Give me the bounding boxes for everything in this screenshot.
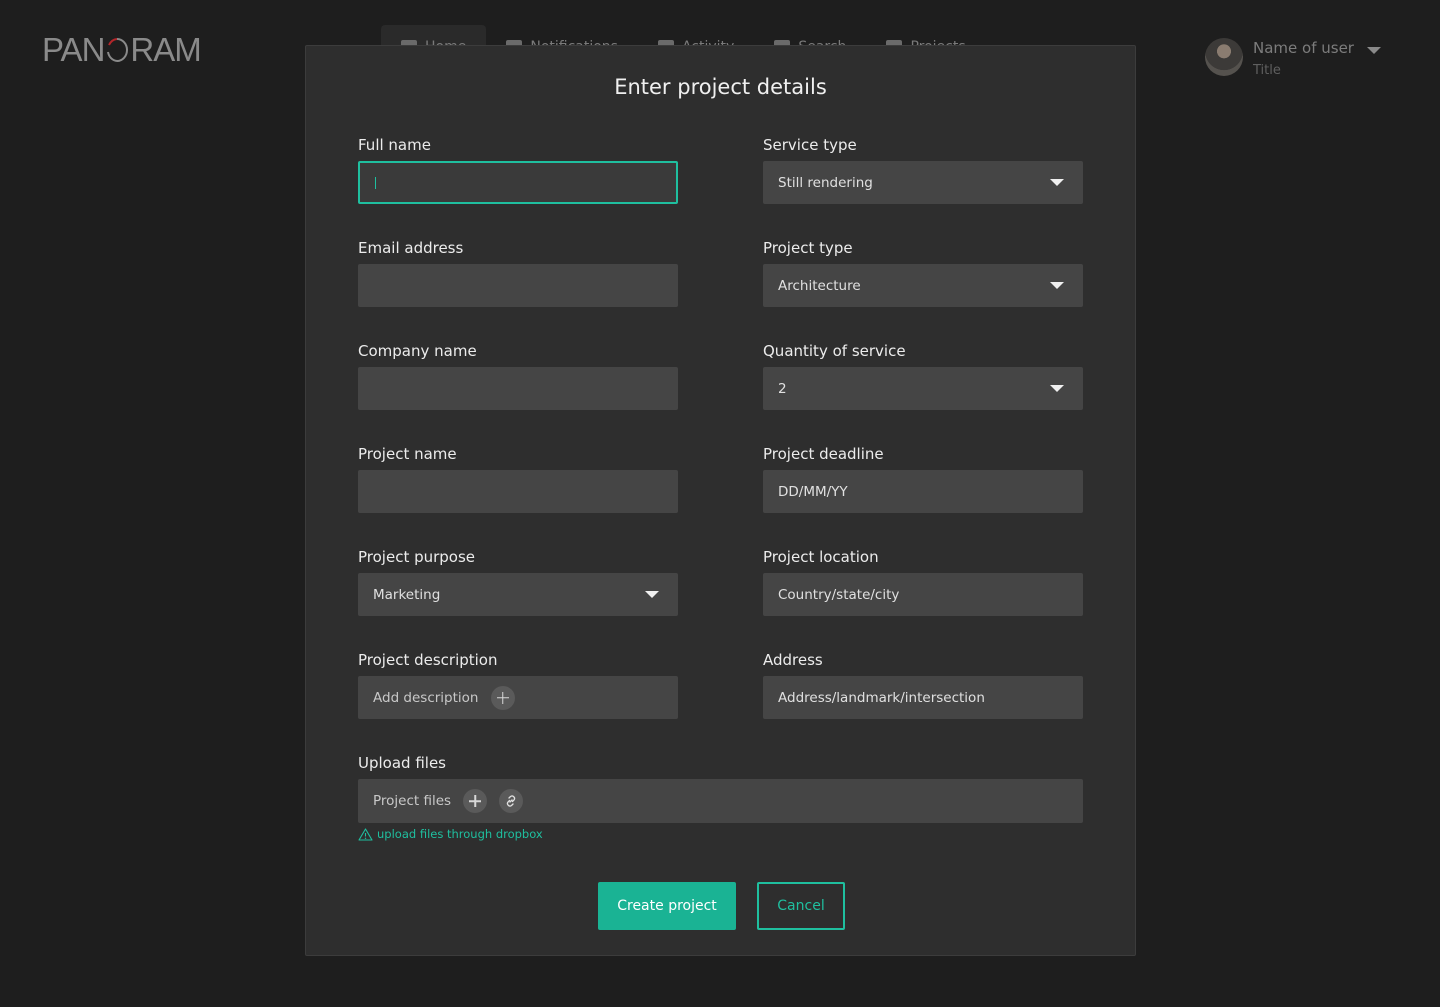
project-name-input[interactable]	[358, 470, 678, 513]
company-input[interactable]	[358, 367, 678, 410]
quantity-label: Quantity of service	[763, 342, 906, 360]
deadline-field: Project deadline DD/MM/YY	[763, 444, 1083, 513]
quantity-field: Quantity of service 2	[763, 341, 1083, 410]
upload-files-dropzone[interactable]: Project files	[358, 779, 1083, 823]
upload-files-field: Upload files Project files	[358, 753, 1083, 823]
project-purpose-value: Marketing	[373, 586, 441, 603]
full-name-label: Full name	[358, 136, 431, 154]
chevron-down-icon	[1050, 179, 1064, 186]
project-type-field: Project type Architecture	[763, 238, 1083, 307]
location-field: Project location Country/state/city	[763, 547, 1083, 616]
project-type-label: Project type	[763, 239, 853, 257]
project-name-field: Project name	[358, 444, 678, 513]
project-details-modal: Enter project details Full name Email ad…	[305, 45, 1136, 956]
project-type-select[interactable]: Architecture	[763, 264, 1083, 307]
chevron-down-icon	[1050, 282, 1064, 289]
user-info: Name of user Title	[1253, 38, 1354, 78]
email-label: Email address	[358, 239, 464, 257]
email-field: Email address	[358, 238, 678, 307]
service-type-label: Service type	[763, 136, 857, 154]
project-description-label: Project description	[358, 651, 498, 669]
project-type-value: Architecture	[778, 277, 861, 294]
project-description-input[interactable]: Add description	[358, 676, 678, 719]
link-icon[interactable]	[499, 789, 524, 813]
logo-o-icon	[106, 37, 129, 63]
dropbox-warning-text: upload files through dropbox	[377, 827, 543, 841]
project-description-placeholder: Add description	[373, 689, 479, 706]
address-label: Address	[763, 651, 823, 669]
dropbox-warning: upload files through dropbox	[358, 827, 543, 841]
project-name-label: Project name	[358, 445, 457, 463]
location-placeholder: Country/state/city	[778, 586, 900, 603]
text-cursor	[375, 176, 376, 189]
user-title: Title	[1253, 63, 1281, 78]
project-purpose-label: Project purpose	[358, 548, 476, 566]
deadline-input[interactable]: DD/MM/YY	[763, 470, 1083, 513]
modal-title: Enter project details	[614, 75, 827, 99]
chevron-down-icon	[645, 591, 659, 598]
service-type-value: Still rendering	[778, 174, 873, 191]
full-name-field: Full name	[358, 135, 678, 204]
create-project-button[interactable]: Create project	[598, 882, 736, 930]
address-input[interactable]: Address/landmark/intersection	[763, 676, 1083, 719]
address-field: Address Address/landmark/intersection	[763, 650, 1083, 719]
logo-text-right: RAM	[130, 31, 201, 68]
chevron-down-icon	[1050, 385, 1064, 392]
add-icon[interactable]	[490, 685, 515, 710]
user-menu[interactable]: Name of user Title	[1205, 38, 1381, 78]
logo-text-left: PAN	[42, 31, 105, 68]
service-type-field: Service type Still rendering	[763, 135, 1083, 204]
project-purpose-field: Project purpose Marketing	[358, 547, 678, 616]
company-label: Company name	[358, 342, 477, 360]
location-input[interactable]: Country/state/city	[763, 573, 1083, 616]
address-placeholder: Address/landmark/intersection	[778, 689, 985, 706]
email-input[interactable]	[358, 264, 678, 307]
upload-files-placeholder: Project files	[373, 793, 452, 809]
avatar	[1205, 38, 1243, 76]
quantity-value: 2	[778, 380, 787, 397]
add-icon[interactable]	[463, 789, 488, 813]
app-logo[interactable]: PAN RAM	[42, 31, 202, 69]
company-field: Company name	[358, 341, 678, 410]
upload-files-label: Upload files	[358, 754, 446, 772]
chevron-down-icon[interactable]	[1367, 47, 1381, 54]
full-name-input[interactable]	[358, 161, 678, 204]
cancel-button[interactable]: Cancel	[757, 882, 845, 930]
project-description-field: Project description Add description	[358, 650, 678, 719]
warning-icon	[358, 827, 373, 841]
service-type-select[interactable]: Still rendering	[763, 161, 1083, 204]
deadline-label: Project deadline	[763, 445, 884, 463]
quantity-select[interactable]: 2	[763, 367, 1083, 410]
location-label: Project location	[763, 548, 879, 566]
user-name: Name of user	[1253, 39, 1354, 57]
deadline-placeholder: DD/MM/YY	[778, 483, 848, 500]
project-purpose-select[interactable]: Marketing	[358, 573, 678, 616]
